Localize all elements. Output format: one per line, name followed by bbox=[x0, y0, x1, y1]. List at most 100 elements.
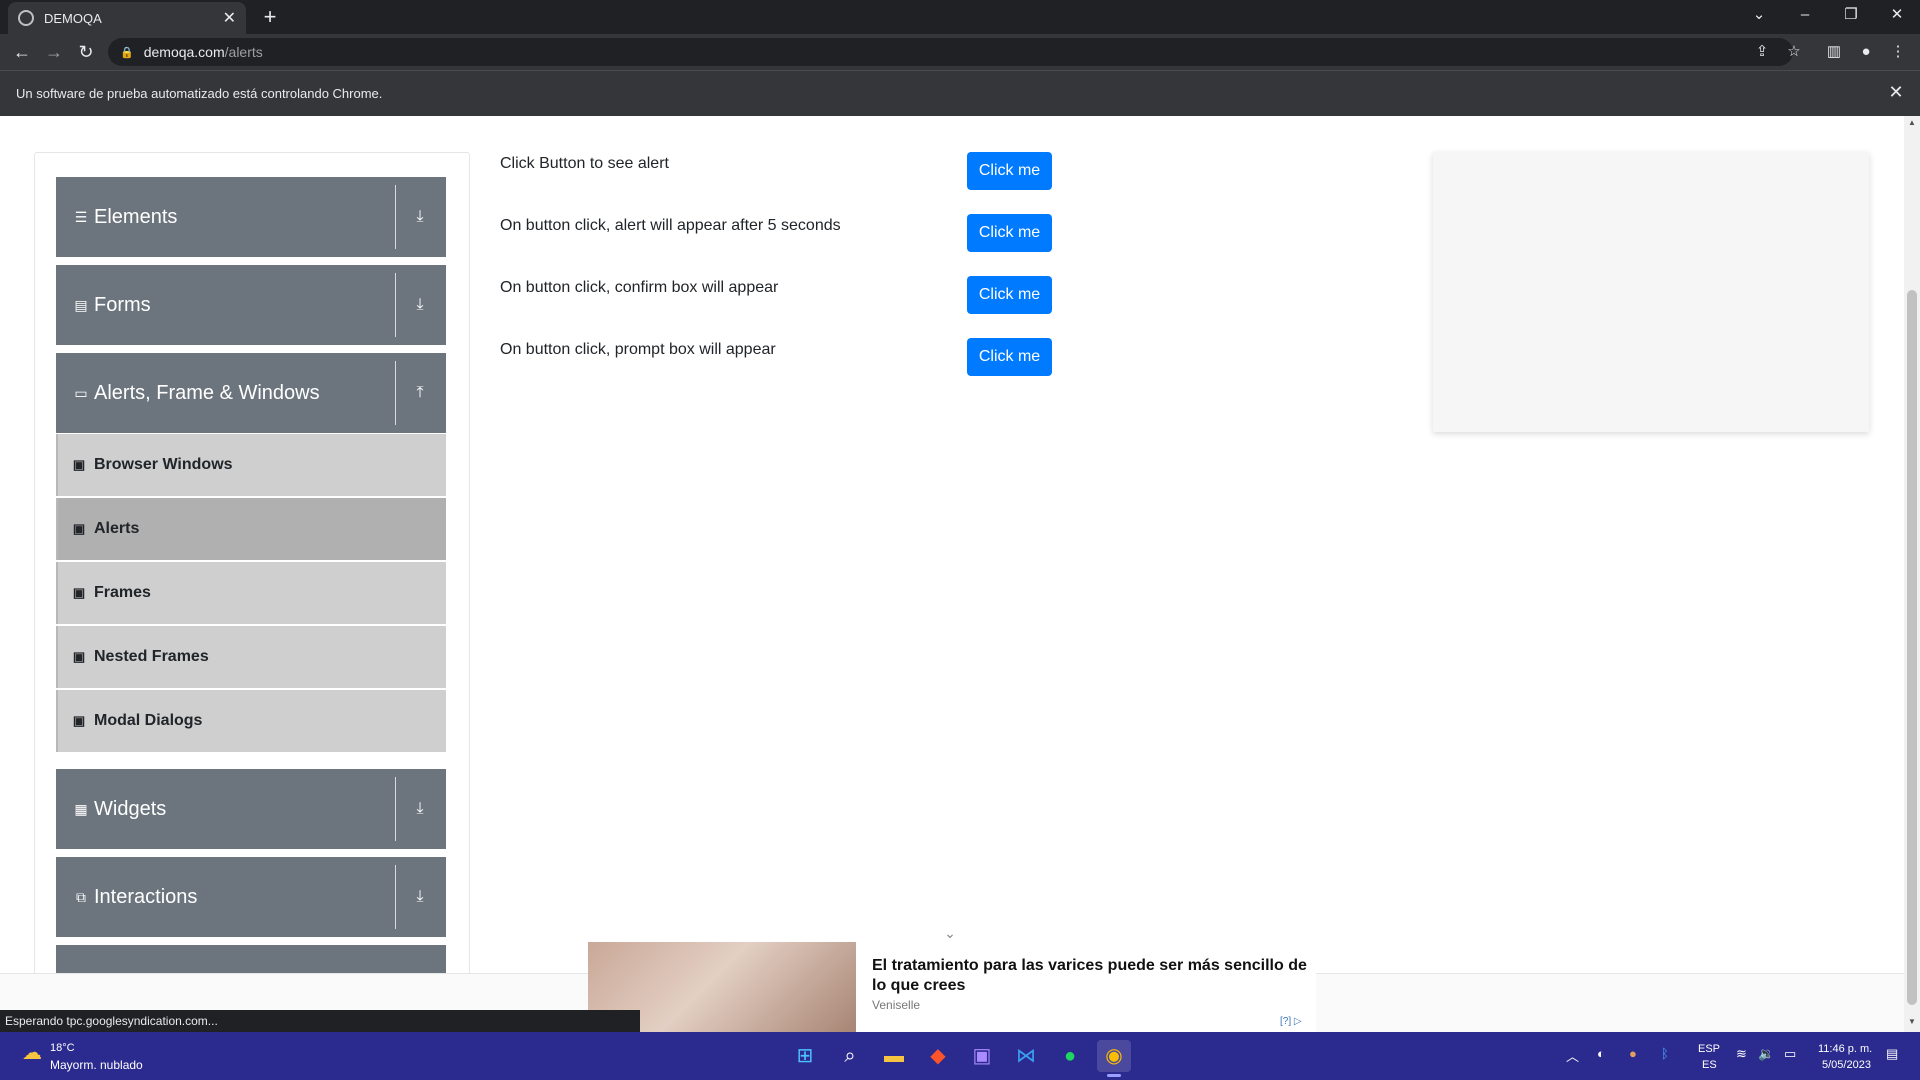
confirm-button[interactable]: Click me bbox=[967, 276, 1052, 314]
group-header-interactions[interactable]: ⧉ Interactions ⤓ bbox=[56, 857, 446, 937]
sidebar-item-label: Browser Windows bbox=[94, 456, 233, 473]
group-label: Forms bbox=[94, 293, 151, 316]
grid-icon: ▦ bbox=[74, 800, 88, 817]
close-window-button[interactable]: ✕ bbox=[1874, 0, 1920, 30]
wifi-icon[interactable]: ≋ bbox=[1736, 1046, 1747, 1062]
sidebar-item-frames[interactable]: ▣ Frames bbox=[56, 562, 446, 624]
header-divider bbox=[395, 273, 396, 337]
vscode-icon[interactable]: ⋈ bbox=[1009, 1040, 1043, 1072]
download-arrow-icon: ⤓ bbox=[416, 296, 424, 313]
language-indicator[interactable]: ESP bbox=[1698, 1043, 1720, 1055]
volume-icon[interactable]: 🔉 bbox=[1758, 1046, 1774, 1062]
bluetooth-icon[interactable]: ᛒ bbox=[1661, 1046, 1669, 1061]
weather-cloud-icon[interactable]: ☁ bbox=[18, 1040, 46, 1068]
status-bubble: Esperando tpc.googlesyndication.com... bbox=[0, 1010, 640, 1032]
back-arrow-icon[interactable]: ← bbox=[8, 38, 36, 66]
scrollbar-thumb[interactable] bbox=[1907, 290, 1917, 1005]
ad-brand: Veniselle bbox=[872, 998, 921, 1012]
keyboard-layout[interactable]: ES bbox=[1702, 1059, 1717, 1071]
document-icon: ▤ bbox=[74, 296, 88, 313]
new-tab-button[interactable]: + bbox=[256, 4, 284, 30]
file-explorer-icon[interactable]: ▬ bbox=[877, 1040, 911, 1072]
minimize-button[interactable]: – bbox=[1782, 0, 1828, 30]
weather-description[interactable]: Mayorm. nublado bbox=[50, 1058, 143, 1072]
group-label: Interactions bbox=[94, 885, 198, 908]
group-header-next-partial[interactable] bbox=[56, 945, 446, 973]
globe-icon bbox=[18, 10, 34, 26]
notification-icon[interactable]: ▤ bbox=[1886, 1046, 1898, 1062]
alert-button[interactable]: Click me bbox=[967, 152, 1052, 190]
browser-tab[interactable]: DEMOQA ✕ bbox=[8, 2, 246, 34]
automation-infobar: Un software de prueba automatizado está … bbox=[0, 70, 1920, 116]
side-panel-icon[interactable]: ▥ bbox=[1820, 38, 1848, 66]
group-header-widgets[interactable]: ▦ Widgets ⤓ bbox=[56, 769, 446, 849]
windows-start-icon[interactable]: ⊞ bbox=[788, 1040, 822, 1072]
ad-headline[interactable]: El tratamiento para las varices puede se… bbox=[872, 956, 1312, 996]
group-header-forms[interactable]: ▤ Forms ⤓ bbox=[56, 265, 446, 345]
prompt-button[interactable]: Click me bbox=[967, 338, 1052, 376]
alert-row-text: Click Button to see alert bbox=[500, 155, 669, 172]
scroll-down-icon[interactable]: ▼ bbox=[1906, 1017, 1918, 1029]
tray-status-icon[interactable]: ● bbox=[1629, 1046, 1637, 1061]
item-icon: ▣ bbox=[72, 521, 86, 536]
infobar-close-icon[interactable]: ✕ bbox=[1884, 80, 1908, 104]
group-header-alerts-frame-windows[interactable]: ▭ Alerts, Frame & Windows ⤒ bbox=[56, 353, 446, 433]
confirm-row-text: On button click, confirm box will appear bbox=[500, 279, 779, 296]
header-divider bbox=[395, 865, 396, 929]
tab-close-icon[interactable]: ✕ bbox=[223, 8, 236, 28]
clock-time[interactable]: 11:46 p. m. bbox=[1818, 1043, 1872, 1055]
sidebar-item-modal-dialogs[interactable]: ▣ Modal Dialogs bbox=[56, 690, 446, 752]
group-label: Widgets bbox=[94, 797, 167, 820]
sidebar-item-nested-frames[interactable]: ▣ Nested Frames bbox=[56, 626, 446, 688]
active-app-indicator bbox=[1107, 1074, 1121, 1077]
header-divider bbox=[395, 777, 396, 841]
tray-app-icon[interactable]: ◐ bbox=[1597, 1046, 1605, 1061]
ad-choices-icon[interactable]: [?] ▷ bbox=[1280, 1016, 1302, 1027]
hamburger-icon: ☰ bbox=[74, 208, 88, 225]
url-host: demoqa.com bbox=[143, 44, 225, 60]
infobar-text: Un software de prueba automatizado está … bbox=[16, 86, 383, 101]
item-icon: ▣ bbox=[72, 585, 86, 600]
url-path: /alerts bbox=[224, 44, 263, 60]
prompt-row-text: On button click, prompt box will appear bbox=[500, 341, 776, 358]
lock-icon: 🔒 bbox=[120, 46, 134, 59]
weather-temperature[interactable]: 18°C bbox=[50, 1042, 75, 1054]
item-icon: ▣ bbox=[72, 713, 86, 728]
restore-button[interactable]: ❐ bbox=[1828, 0, 1874, 30]
ad-choice-label: [?] bbox=[1280, 1016, 1292, 1027]
profile-icon[interactable]: ● bbox=[1852, 38, 1880, 66]
sidebar-item-label: Modal Dialogs bbox=[94, 712, 203, 729]
tray-overflow-icon[interactable]: ︿ bbox=[1566, 1046, 1579, 1065]
address-bar[interactable]: 🔒 demoqa.com/alerts bbox=[108, 38, 1793, 66]
download-arrow-icon: ⤓ bbox=[416, 800, 424, 817]
share-icon[interactable]: ⇪ bbox=[1748, 38, 1776, 66]
browser-titlebar bbox=[0, 0, 1920, 34]
brave-browser-icon[interactable]: ◆ bbox=[921, 1040, 955, 1072]
header-divider bbox=[395, 361, 396, 425]
spotify-icon[interactable]: ● bbox=[1053, 1040, 1087, 1072]
sidebar-item-alerts[interactable]: ▣ Alerts bbox=[56, 498, 446, 560]
clock-date[interactable]: 5/05/2023 bbox=[1822, 1059, 1871, 1071]
sidebar-item-label: Frames bbox=[94, 584, 151, 601]
item-icon: ▣ bbox=[72, 649, 86, 664]
bookmark-star-icon[interactable]: ☆ bbox=[1780, 38, 1808, 66]
timer-alert-row-text: On button click, alert will appear after… bbox=[500, 217, 841, 234]
search-icon[interactable]: ⌕ bbox=[833, 1040, 867, 1072]
download-arrow-icon: ⤓ bbox=[416, 888, 424, 905]
sidebar-item-label: Alerts bbox=[94, 520, 140, 537]
reload-icon[interactable]: ↻ bbox=[72, 38, 100, 66]
battery-icon[interactable]: ▭ bbox=[1784, 1046, 1796, 1062]
chrome-icon[interactable]: ◉ bbox=[1097, 1040, 1131, 1072]
sidebar-item-browser-windows[interactable]: ▣ Browser Windows bbox=[56, 434, 446, 496]
group-label: Alerts, Frame & Windows bbox=[94, 381, 320, 404]
upload-arrow-icon: ⤒ bbox=[416, 384, 424, 401]
menu-kebab-icon[interactable]: ⋮ bbox=[1884, 38, 1912, 66]
app-icon[interactable]: ▣ bbox=[965, 1040, 999, 1072]
group-label: Elements bbox=[94, 205, 178, 228]
timer-alert-button[interactable]: Click me bbox=[967, 214, 1052, 252]
forward-arrow-icon[interactable]: → bbox=[40, 38, 68, 66]
tab-search-icon[interactable]: ⌄ bbox=[1736, 0, 1782, 30]
group-header-elements[interactable]: ☰ Elements ⤓ bbox=[56, 177, 446, 257]
scroll-up-icon[interactable]: ▲ bbox=[1906, 118, 1918, 130]
window-icon: ▭ bbox=[74, 384, 88, 401]
